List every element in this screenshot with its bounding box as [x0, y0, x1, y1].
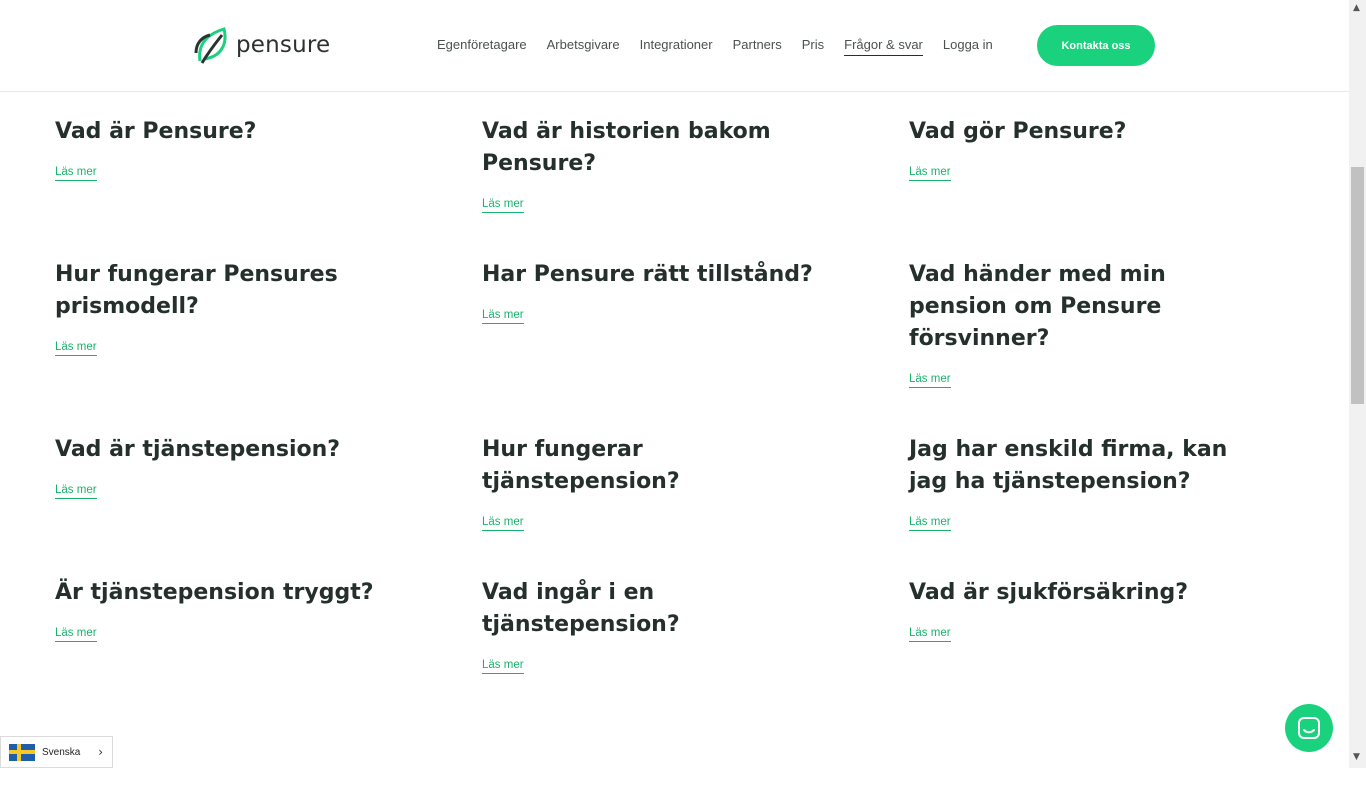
chat-launcher-button[interactable]	[1285, 704, 1333, 752]
main-nav: Egenföretagare Arbetsgivare Integratione…	[437, 37, 1013, 56]
read-more-link[interactable]: Läs mer	[482, 516, 524, 531]
chat-icon	[1298, 717, 1320, 739]
faq-card: Vad händer med min pension om Pensure fö…	[909, 259, 1309, 434]
read-more-link[interactable]: Läs mer	[482, 659, 524, 674]
faq-question: Vad är tjänstepension?	[55, 437, 341, 462]
faq-question: Vad är historien bakom Pensure?	[482, 119, 771, 176]
read-more-link[interactable]: Läs mer	[55, 627, 97, 642]
faq-card: Vad är historien bakom Pensure? Läs mer	[482, 116, 909, 259]
nav-logga-in[interactable]: Logga in	[943, 37, 993, 56]
nav-fragor-svar[interactable]: Frågor & svar	[844, 37, 923, 56]
faq-section: Vad är Pensure? Läs mer Vad är historien…	[55, 116, 1315, 720]
sweden-flag-icon	[9, 743, 35, 761]
read-more-link[interactable]: Läs mer	[482, 198, 524, 213]
faq-card: Hur fungerar tjänstepension? Läs mer	[482, 434, 909, 577]
nav-partners[interactable]: Partners	[733, 37, 782, 56]
leaf-logo-icon	[194, 27, 227, 64]
read-more-link[interactable]: Läs mer	[909, 166, 951, 181]
vertical-scrollbar[interactable]: ▲ ▼	[1349, 0, 1366, 768]
scrollbar-thumb[interactable]	[1351, 167, 1364, 404]
faq-question: Jag har enskild firma, kan jag ha tjänst…	[909, 437, 1228, 494]
faq-question: Vad gör Pensure?	[909, 119, 1127, 144]
faq-question: Hur fungerar Pensures prismodell?	[55, 262, 338, 319]
faq-card: Vad är tjänstepension? Läs mer	[55, 434, 482, 577]
nav-egenforetagare[interactable]: Egenföretagare	[437, 37, 527, 56]
faq-card: Vad ingår i en tjänstepension? Läs mer	[482, 577, 909, 720]
language-selector[interactable]: Svenska ›	[0, 736, 113, 768]
nav-arbetsgivare[interactable]: Arbetsgivare	[547, 37, 620, 56]
faq-question: Har Pensure rätt tillstånd?	[482, 262, 813, 287]
logo-text: pensure	[236, 32, 331, 58]
nav-integrationer[interactable]: Integrationer	[640, 37, 713, 56]
nav-pris[interactable]: Pris	[802, 37, 824, 56]
faq-grid: Vad är Pensure? Läs mer Vad är historien…	[55, 116, 1315, 720]
faq-question: Vad ingår i en tjänstepension?	[482, 580, 680, 637]
faq-card: Vad är Pensure? Läs mer	[55, 116, 482, 259]
faq-question: Hur fungerar tjänstepension?	[482, 437, 680, 494]
faq-card: Jag har enskild firma, kan jag ha tjänst…	[909, 434, 1309, 577]
scroll-up-icon[interactable]: ▲	[1353, 3, 1360, 13]
faq-question: Vad är sjukförsäkring?	[909, 580, 1189, 605]
read-more-link[interactable]: Läs mer	[55, 341, 97, 356]
read-more-link[interactable]: Läs mer	[55, 166, 97, 181]
faq-question: Vad är Pensure?	[55, 119, 257, 144]
faq-question: Vad händer med min pension om Pensure fö…	[909, 262, 1166, 351]
contact-button[interactable]: Kontakta oss	[1037, 25, 1155, 66]
page-bottom-strip	[0, 768, 1366, 800]
read-more-link[interactable]: Läs mer	[909, 627, 951, 642]
site-header: pensure Egenföretagare Arbetsgivare Inte…	[0, 0, 1349, 92]
read-more-link[interactable]: Läs mer	[909, 516, 951, 531]
faq-card: Har Pensure rätt tillstånd? Läs mer	[482, 259, 909, 434]
faq-card: Vad gör Pensure? Läs mer	[909, 116, 1309, 259]
faq-card: Hur fungerar Pensures prismodell? Läs me…	[55, 259, 482, 434]
language-label: Svenska	[42, 746, 81, 758]
read-more-link[interactable]: Läs mer	[909, 373, 951, 388]
read-more-link[interactable]: Läs mer	[55, 484, 97, 499]
read-more-link[interactable]: Läs mer	[482, 309, 524, 324]
faq-card: Är tjänstepension tryggt? Läs mer	[55, 577, 482, 720]
faq-card: Vad är sjukförsäkring? Läs mer	[909, 577, 1309, 720]
faq-question: Är tjänstepension tryggt?	[55, 580, 374, 605]
chevron-right-icon: ›	[98, 745, 103, 759]
pensure-logo[interactable]: pensure	[194, 25, 330, 65]
scroll-down-icon[interactable]: ▼	[1353, 752, 1360, 762]
